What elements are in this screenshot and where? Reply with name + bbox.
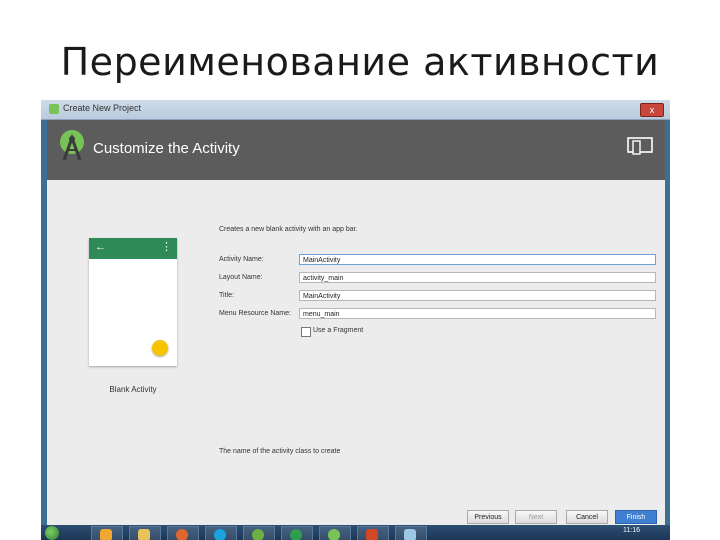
dialog-header: Customize the Activity xyxy=(47,120,665,180)
menu-resource-name-input[interactable]: menu_main xyxy=(299,308,656,319)
finish-button[interactable]: Finish xyxy=(615,510,657,524)
android-studio-logo xyxy=(60,130,84,161)
screenshot-frame: Create New Project x Customize the Activ… xyxy=(41,100,670,540)
powerpoint-icon xyxy=(366,529,378,540)
new-project-dialog: Customize the Activity ← ⋮ Blank Activit… xyxy=(47,120,665,535)
firefox-icon xyxy=(176,529,188,540)
next-button[interactable]: Next xyxy=(515,510,557,524)
taskbar-item-outlook[interactable] xyxy=(91,526,123,540)
previous-button[interactable]: Previous xyxy=(467,510,509,524)
cancel-button[interactable]: Cancel xyxy=(566,510,608,524)
layout-name-input[interactable]: activity_main xyxy=(299,272,656,283)
utorrent-icon xyxy=(252,529,264,540)
slide-title: Переименование активности xyxy=(60,40,660,84)
taskbar-item-skype[interactable] xyxy=(205,526,237,540)
floating-action-button xyxy=(152,340,168,356)
taskbar-item-firefox[interactable] xyxy=(167,526,199,540)
android-studio-icon xyxy=(49,104,59,114)
device-form-factor-icon xyxy=(627,137,653,155)
start-button-icon[interactable] xyxy=(45,526,59,540)
windows-taskbar: 11:16 xyxy=(41,525,670,540)
use-fragment-checkbox[interactable] xyxy=(301,327,311,337)
preview-app-bar: ← ⋮ xyxy=(89,238,177,259)
activity-description: Creates a new blank activity with an app… xyxy=(219,226,358,233)
skype-icon xyxy=(214,529,226,540)
paint-icon xyxy=(404,529,416,540)
overflow-menu-icon: ⋮ xyxy=(161,241,172,253)
taskbar-item-android-studio[interactable] xyxy=(319,526,351,540)
chrome-icon xyxy=(290,529,302,540)
taskbar-item-utorrent[interactable] xyxy=(243,526,275,540)
taskbar-item-explorer[interactable] xyxy=(129,526,161,540)
window-title: Create New Project xyxy=(63,103,142,113)
taskbar-item-paint[interactable] xyxy=(395,526,427,540)
taskbar-item-powerpoint[interactable] xyxy=(357,526,389,540)
taskbar-clock: 11:16 xyxy=(623,527,640,534)
window-close-button[interactable]: x xyxy=(640,103,664,117)
window-titlebar: Create New Project x xyxy=(41,100,670,120)
field-hint: The name of the activity class to create xyxy=(219,448,341,455)
layout-name-label: Layout Name: xyxy=(219,274,263,281)
activity-name-label: Activity Name: xyxy=(219,256,264,263)
outlook-icon xyxy=(100,529,112,540)
activity-preview: ← ⋮ xyxy=(89,238,177,366)
title-input[interactable]: MainActivity xyxy=(299,290,656,301)
title-label: Title: xyxy=(219,292,234,299)
preview-caption: Blank Activity xyxy=(109,385,157,394)
android-studio-icon xyxy=(328,529,340,540)
menu-resource-name-label: Menu Resource Name: xyxy=(219,310,291,317)
explorer-icon xyxy=(138,529,150,540)
back-arrow-icon: ← xyxy=(95,241,106,253)
activity-name-input[interactable]: MainActivity xyxy=(299,254,656,265)
taskbar-item-chrome[interactable] xyxy=(281,526,313,540)
use-fragment-label: Use a Fragment xyxy=(313,327,364,334)
header-title: Customize the Activity xyxy=(93,140,240,157)
